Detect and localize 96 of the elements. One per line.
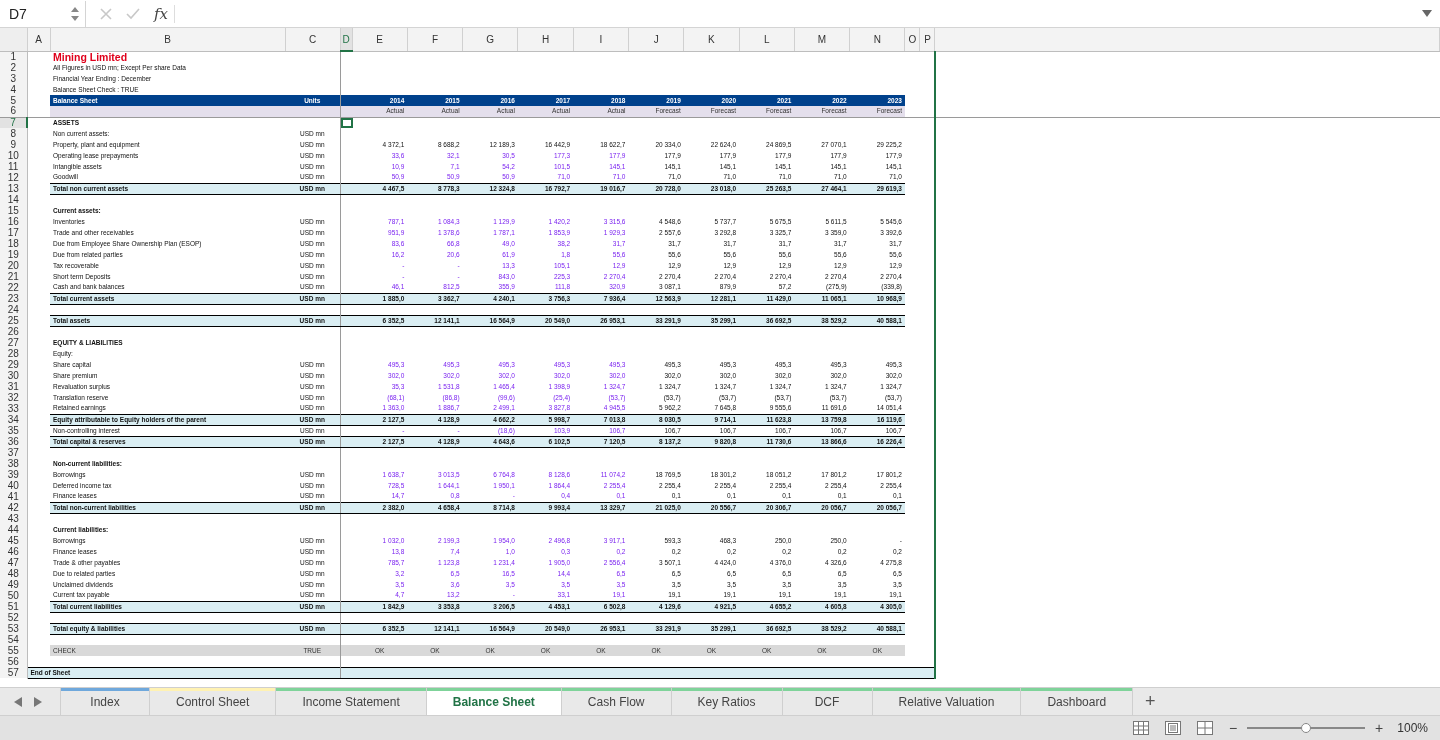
column-header[interactable]: I <box>573 28 629 51</box>
row-number[interactable]: 21 <box>0 271 27 282</box>
add-sheet-button[interactable]: + <box>1133 688 1168 715</box>
zoom-slider[interactable] <box>1247 722 1366 734</box>
column-header[interactable]: C <box>285 28 340 51</box>
page-break-icon[interactable] <box>1196 721 1213 735</box>
normal-view-icon[interactable] <box>1132 721 1149 735</box>
row-number[interactable]: 31 <box>0 381 27 392</box>
row-number[interactable]: 51 <box>0 601 27 612</box>
row-number[interactable]: 22 <box>0 282 27 293</box>
column-header[interactable]: E <box>352 28 408 51</box>
column-header[interactable]: G <box>462 28 518 51</box>
row-number[interactable]: 48 <box>0 568 27 579</box>
column-header[interactable]: N <box>849 28 905 51</box>
row-number[interactable]: 35 <box>0 425 27 436</box>
row-number[interactable]: 55 <box>0 645 27 656</box>
previous-sheet-icon[interactable] <box>14 696 22 707</box>
row-number[interactable]: 33 <box>0 403 27 414</box>
row-number[interactable]: 6 <box>0 106 27 117</box>
row-number[interactable]: 24 <box>0 304 27 315</box>
page-layout-icon[interactable] <box>1164 721 1181 735</box>
slider-thumb[interactable] <box>1301 723 1312 733</box>
column-header[interactable]: M <box>794 28 850 51</box>
row-number[interactable]: 34 <box>0 414 27 425</box>
row-number[interactable]: 32 <box>0 392 27 403</box>
row-number[interactable]: 40 <box>0 480 27 491</box>
row-number[interactable]: 45 <box>0 535 27 546</box>
row-number[interactable]: 4 <box>0 84 27 95</box>
row-number[interactable]: 56 <box>0 656 27 667</box>
sheet-tab[interactable]: Index <box>60 688 150 715</box>
row-number[interactable]: 15 <box>0 205 27 216</box>
row-number[interactable]: 46 <box>0 546 27 557</box>
row-number[interactable]: 29 <box>0 359 27 370</box>
check-icon[interactable] <box>126 7 140 20</box>
row-number[interactable]: 38 <box>0 458 27 469</box>
row-number[interactable]: 27 <box>0 337 27 348</box>
row-number[interactable]: 26 <box>0 326 27 337</box>
row-number[interactable]: 50 <box>0 590 27 601</box>
row-number[interactable]: 43 <box>0 513 27 524</box>
row-number[interactable]: 23 <box>0 293 27 304</box>
row-number[interactable]: 28 <box>0 348 27 359</box>
row-number[interactable]: 47 <box>0 557 27 568</box>
zoom-level: 100% <box>1397 721 1428 735</box>
next-sheet-icon[interactable] <box>34 696 42 707</box>
sheet-tab[interactable]: Dashboard <box>1021 688 1134 715</box>
row-number[interactable]: 16 <box>0 216 27 227</box>
selected-cell[interactable] <box>340 117 353 128</box>
row-number[interactable]: 25 <box>0 315 27 326</box>
zoom-in-button[interactable]: + <box>1375 720 1384 736</box>
row-number[interactable]: 19 <box>0 249 27 260</box>
row-number[interactable]: 8 <box>0 128 27 139</box>
row-number[interactable]: 44 <box>0 524 27 535</box>
row-number[interactable]: 57 <box>0 667 27 678</box>
name-box[interactable]: D7 <box>0 0 86 27</box>
row-number[interactable]: 37 <box>0 447 27 458</box>
row-number[interactable]: 10 <box>0 150 27 161</box>
column-header[interactable]: H <box>517 28 574 51</box>
row-number[interactable]: 20 <box>0 260 27 271</box>
sheet-tab[interactable]: Control Sheet <box>150 688 277 715</box>
row-number[interactable]: 5 <box>0 95 27 106</box>
row-number[interactable]: 13 <box>0 183 27 194</box>
column-header[interactable]: A <box>27 28 50 51</box>
sheet-tab[interactable]: DCF <box>782 688 873 715</box>
row-number[interactable]: 11 <box>0 161 27 172</box>
sheet-tab[interactable]: Key Ratios <box>671 688 783 715</box>
row-number[interactable]: 53 <box>0 623 27 634</box>
row-number[interactable]: 9 <box>0 139 27 150</box>
row-number[interactable]: 17 <box>0 227 27 238</box>
sheet-tab[interactable]: Balance Sheet <box>426 688 562 715</box>
row-number[interactable]: 54 <box>0 634 27 645</box>
column-header[interactable]: K <box>683 28 740 51</box>
sheet-tab[interactable]: Income Statement <box>276 688 427 715</box>
row-number[interactable]: 36 <box>0 436 27 447</box>
caret-icon[interactable] <box>1422 10 1432 17</box>
row-number[interactable]: 2 <box>0 62 27 73</box>
zoom-out-button[interactable]: − <box>1228 720 1238 736</box>
spinner-icon[interactable] <box>71 5 79 22</box>
column-header[interactable]: B <box>50 28 285 51</box>
row-number[interactable]: 49 <box>0 579 27 590</box>
column-header[interactable]: F <box>407 28 463 51</box>
sheet-tab[interactable]: Cash Flow <box>561 688 672 715</box>
sheet-tab[interactable]: Relative Valuation <box>872 688 1022 715</box>
row-number[interactable]: 14 <box>0 194 27 205</box>
row-number[interactable]: 52 <box>0 612 27 623</box>
column-header[interactable]: J <box>628 28 684 51</box>
row-number[interactable]: 42 <box>0 502 27 513</box>
row-number[interactable]: 12 <box>0 172 27 183</box>
row-number[interactable]: 18 <box>0 238 27 249</box>
insert-function-button[interactable]: fx <box>154 4 175 23</box>
row-number[interactable]: 1 <box>0 51 27 62</box>
row-number[interactable]: 39 <box>0 469 27 480</box>
row-number[interactable]: 3 <box>0 73 27 84</box>
row-number[interactable]: 30 <box>0 370 27 381</box>
sheet-title: Mining Limited <box>50 51 285 62</box>
column-header[interactable]: L <box>739 28 795 51</box>
row-number[interactable]: 41 <box>0 491 27 502</box>
